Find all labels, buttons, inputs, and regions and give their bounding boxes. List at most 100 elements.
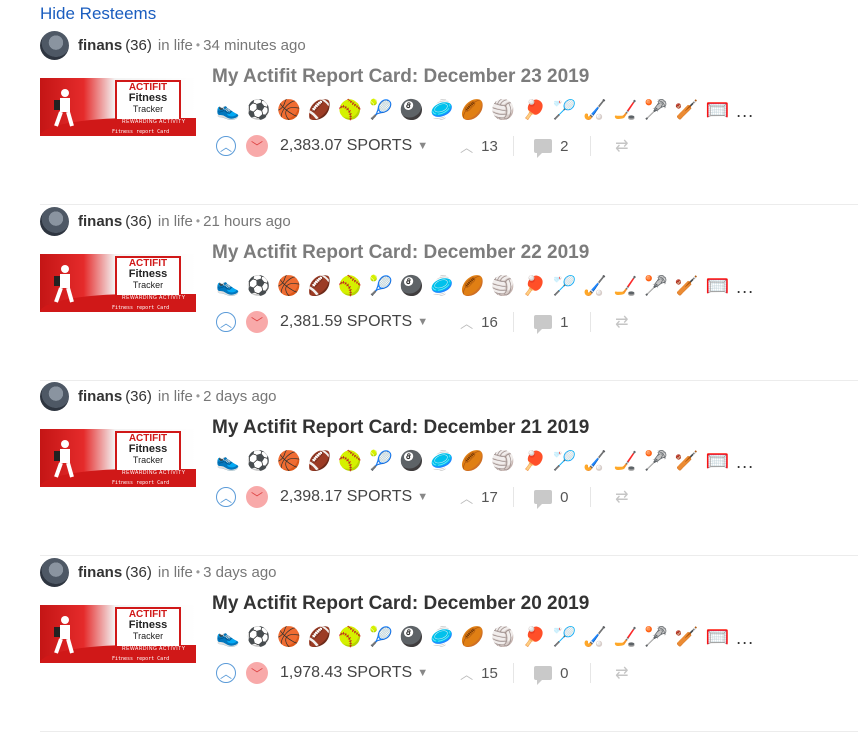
- post-thumbnail[interactable]: ACTIFIT Fitness Tracker REWARDING ACTIVI…: [40, 429, 196, 487]
- comment-count[interactable]: 0: [560, 665, 574, 682]
- ice-hockey-icon: 🏒: [613, 627, 638, 648]
- payout-dropdown-icon[interactable]: ▼: [417, 667, 428, 679]
- billiard-ball-icon: 🎱: [399, 276, 424, 297]
- avatar[interactable]: [40, 30, 69, 60]
- payout-dropdown-icon[interactable]: ▼: [417, 491, 428, 503]
- author-reputation: (36): [125, 212, 152, 230]
- more-tags-ellipsis[interactable]: ...: [736, 450, 754, 474]
- post-category[interactable]: in life: [158, 388, 193, 405]
- payout-amount[interactable]: 2,381.59 SPORTS: [280, 313, 412, 331]
- badminton-icon: 🏸: [552, 276, 577, 297]
- avatar[interactable]: [40, 557, 69, 587]
- lacrosse-icon: 🥍: [644, 276, 668, 297]
- post-thumbnail[interactable]: ACTIFIT Fitness Tracker REWARDING ACTIVI…: [40, 78, 196, 136]
- logo-footer: Fitness report Card: [112, 129, 170, 135]
- football-icon: 🏈: [307, 276, 332, 297]
- upvote-button[interactable]: ︿: [216, 487, 236, 507]
- logo-tagline: REWARDING ACTIVITY: [122, 295, 186, 301]
- downvote-button[interactable]: ﹀: [246, 311, 268, 333]
- downvote-button[interactable]: ﹀: [246, 486, 268, 508]
- author-name[interactable]: finans: [78, 388, 122, 405]
- logo-tagline: REWARDING ACTIVITY: [122, 646, 186, 652]
- payout-amount[interactable]: 2,383.07 SPORTS: [280, 137, 412, 155]
- resteem-icon[interactable]: ⇄: [615, 487, 628, 507]
- shoe-icon: 👟: [216, 627, 240, 648]
- upvote-button[interactable]: ︿: [216, 312, 236, 332]
- post-category[interactable]: in life: [158, 37, 193, 54]
- resteem-icon[interactable]: ⇄: [615, 312, 628, 332]
- post-title[interactable]: My Actifit Report Card: December 22 2019: [212, 242, 589, 264]
- downvote-button[interactable]: ﹀: [246, 662, 268, 684]
- comment-icon[interactable]: [534, 315, 553, 334]
- chevron-up-icon: ︿: [219, 666, 232, 681]
- author-name[interactable]: finans: [78, 213, 122, 230]
- post-category[interactable]: in life: [158, 213, 193, 230]
- post-thumbnail[interactable]: ACTIFIT Fitness Tracker REWARDING ACTIVI…: [40, 254, 196, 312]
- rugby-ball-icon: 🏉: [460, 627, 485, 648]
- avatar[interactable]: [40, 381, 69, 411]
- more-tags-ellipsis[interactable]: ...: [736, 99, 754, 123]
- hide-resteems-link[interactable]: Hide Resteems: [40, 4, 156, 24]
- votes-chevron-icon: ︿: [460, 315, 474, 331]
- comment-icon[interactable]: [534, 666, 553, 685]
- vote-count[interactable]: 13: [481, 138, 505, 155]
- post-category[interactable]: in life: [158, 564, 193, 581]
- comment-icon[interactable]: [534, 490, 553, 509]
- runner-figure-icon: [54, 440, 74, 478]
- downvote-button[interactable]: ﹀: [246, 135, 268, 157]
- billiard-ball-icon: 🎱: [399, 451, 424, 472]
- post-timestamp[interactable]: 3 days ago: [203, 564, 276, 581]
- ping-pong-icon: 🏓: [521, 100, 546, 121]
- comment-count[interactable]: 0: [560, 489, 574, 506]
- actifit-logo: ACTIFIT Fitness Tracker: [115, 256, 181, 297]
- post-item: finans (36) in life • 21 hours ago ACTIF…: [40, 204, 858, 381]
- lacrosse-icon: 🥍: [644, 100, 668, 121]
- football-icon: 🏈: [307, 100, 332, 121]
- soccer-ball-icon: ⚽: [246, 451, 271, 472]
- author-name[interactable]: finans: [78, 564, 122, 581]
- post-tags: 👟 ⚽ 🏀 🏈 🥎 🎾 🎱 🥏 🏉 🏐 🏓 🏸 🏑 🏒 🥍 🏏 🥅...: [216, 275, 754, 299]
- post-thumbnail[interactable]: ACTIFIT Fitness Tracker REWARDING ACTIVI…: [40, 605, 196, 663]
- chevron-down-icon: ﹀: [250, 315, 263, 330]
- payout-amount[interactable]: 1,978.43 SPORTS: [280, 664, 412, 682]
- resteem-icon[interactable]: ⇄: [615, 663, 628, 683]
- comment-count[interactable]: 1: [560, 314, 574, 331]
- comment-icon[interactable]: [534, 139, 553, 158]
- logo-line-3: Tracker: [132, 280, 164, 290]
- tennis-racket-icon: 🎾: [368, 100, 393, 121]
- post-title[interactable]: My Actifit Report Card: December 20 2019: [212, 593, 589, 615]
- resteem-icon[interactable]: ⇄: [615, 136, 628, 156]
- payout-amount[interactable]: 2,398.17 SPORTS: [280, 488, 412, 506]
- goal-net-icon: 🥅: [705, 451, 730, 472]
- vote-count[interactable]: 16: [481, 314, 505, 331]
- shoe-icon: 👟: [216, 276, 240, 297]
- ping-pong-icon: 🏓: [521, 451, 546, 472]
- avatar[interactable]: [40, 206, 69, 236]
- comment-count[interactable]: 2: [560, 138, 574, 155]
- logo-line-3: Tracker: [132, 631, 164, 641]
- post-actions: ︿ ﹀ 1,978.43 SPORTS ▼ ︿ 15 0 ⇄: [216, 659, 629, 687]
- payout-dropdown-icon[interactable]: ▼: [417, 140, 428, 152]
- post-timestamp[interactable]: 34 minutes ago: [203, 37, 306, 54]
- upvote-button[interactable]: ︿: [216, 136, 236, 156]
- divider: [513, 663, 515, 683]
- upvote-button[interactable]: ︿: [216, 663, 236, 683]
- logo-line-2: Fitness: [128, 268, 168, 280]
- logo-footer: Fitness report Card: [112, 656, 170, 662]
- post-timestamp[interactable]: 21 hours ago: [203, 213, 291, 230]
- logo-line-2: Fitness: [128, 443, 168, 455]
- goal-net-icon: 🥅: [705, 627, 730, 648]
- payout-dropdown-icon[interactable]: ▼: [417, 316, 428, 328]
- post-timestamp[interactable]: 2 days ago: [203, 388, 276, 405]
- author-name[interactable]: finans: [78, 37, 122, 54]
- vote-count[interactable]: 15: [481, 665, 505, 682]
- post-title[interactable]: My Actifit Report Card: December 21 2019: [212, 417, 589, 439]
- post-title[interactable]: My Actifit Report Card: December 23 2019: [212, 66, 589, 88]
- runner-figure-icon: [54, 265, 74, 303]
- more-tags-ellipsis[interactable]: ...: [736, 626, 754, 650]
- cricket-icon: 🏏: [674, 451, 699, 472]
- goal-net-icon: 🥅: [705, 276, 730, 297]
- logo-footer: Fitness report Card: [112, 480, 170, 486]
- vote-count[interactable]: 17: [481, 489, 505, 506]
- more-tags-ellipsis[interactable]: ...: [736, 275, 754, 299]
